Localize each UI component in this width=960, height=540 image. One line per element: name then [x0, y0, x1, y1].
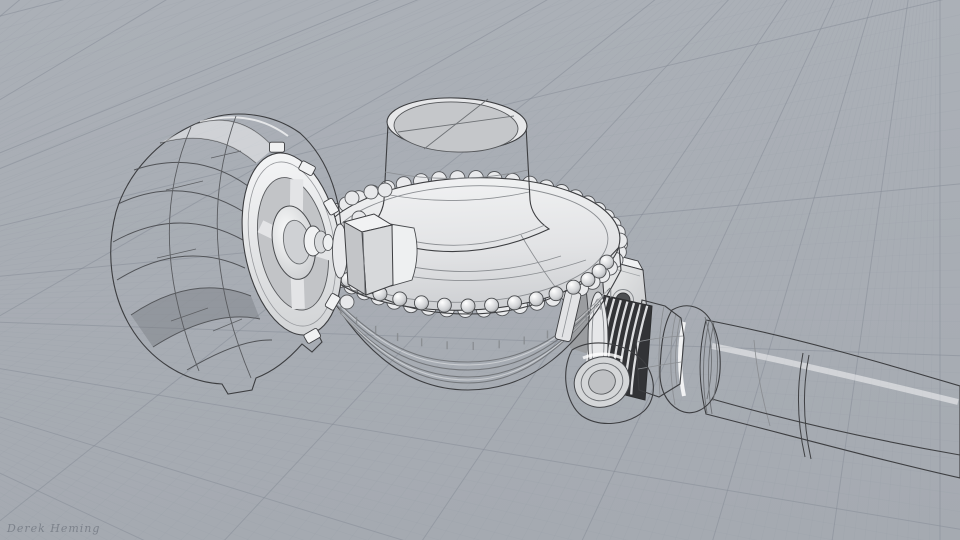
- stem-collar: [390, 224, 417, 286]
- cad-viewport[interactable]: Derek Heming: [0, 0, 960, 540]
- viewport-canvas[interactable]: Derek Heming: [0, 0, 960, 540]
- stem-front-face[interactable]: [362, 225, 393, 295]
- artist-signature: Derek Heming: [6, 522, 100, 535]
